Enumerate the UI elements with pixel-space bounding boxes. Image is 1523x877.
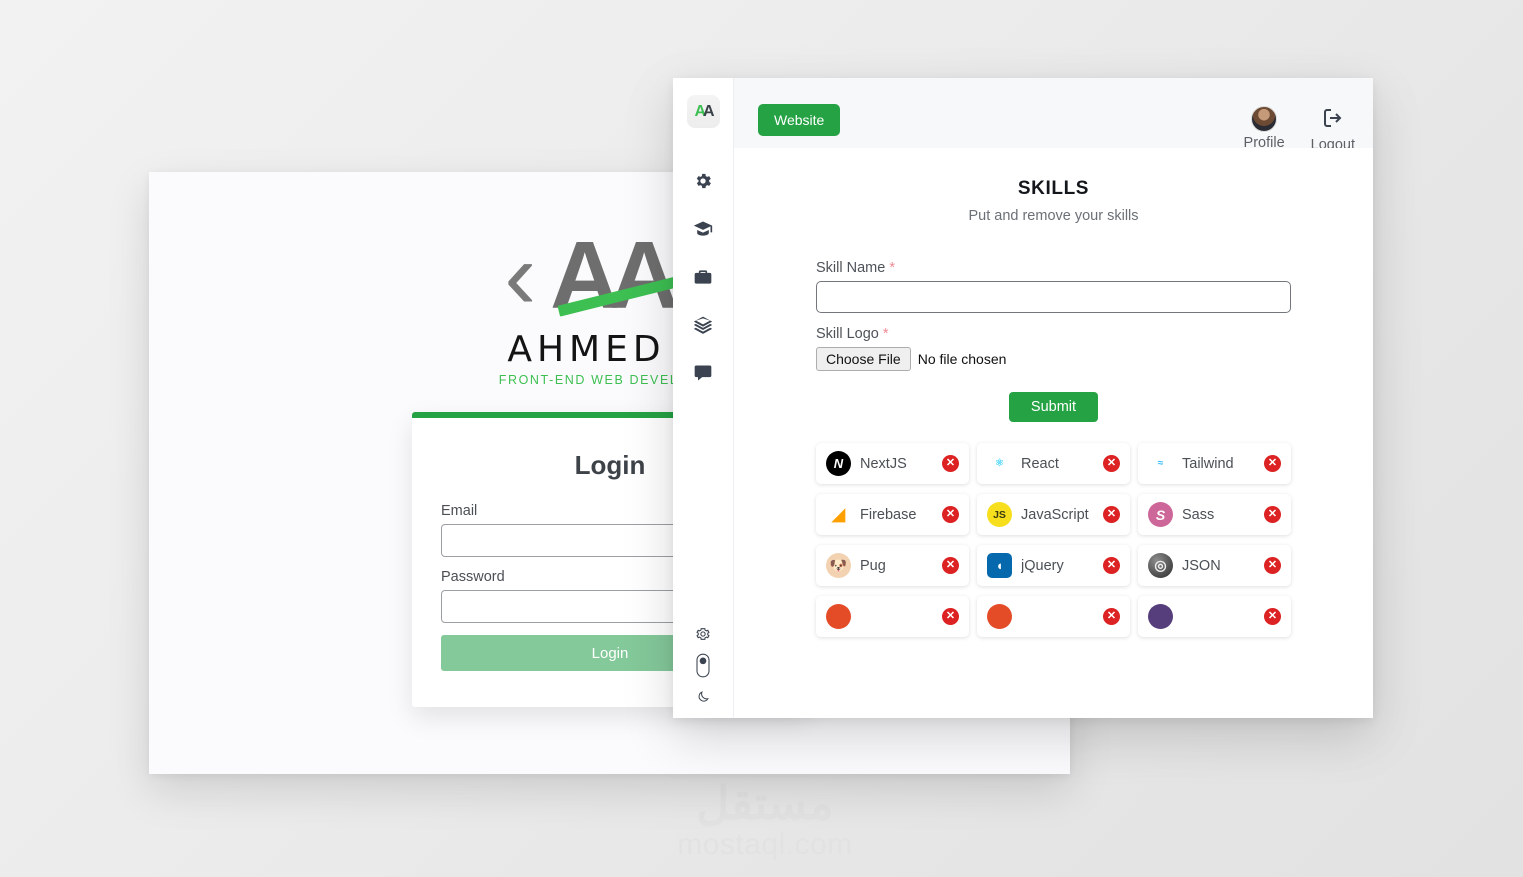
nextjs-logo: N	[826, 451, 851, 476]
logo-left-angle-icon: ‹	[504, 222, 537, 329]
remove-skill-button[interactable]: ✕	[1103, 608, 1120, 625]
file-input-row: Choose File No file chosen	[816, 347, 1291, 371]
partial-logo-2	[987, 604, 1012, 629]
skill-card: 🐶 Pug ✕	[816, 545, 969, 586]
skill-name-required-mark: *	[889, 260, 895, 276]
dashboard-sidebar: AA	[673, 78, 734, 718]
skill-name-text: JSON	[1182, 557, 1221, 574]
graduation-cap-icon	[693, 219, 713, 244]
skill-logo-label: Skill Logo *	[816, 326, 1291, 342]
avatar	[1251, 106, 1278, 132]
watermark-arabic: مستقل	[696, 776, 834, 829]
skill-name-text: Tailwind	[1182, 455, 1234, 472]
skills-panel: SKILLS Put and remove your skills Skill …	[734, 148, 1373, 718]
remove-skill-button[interactable]: ✕	[1103, 506, 1120, 523]
skill-name-text: jQuery	[1021, 557, 1064, 574]
skill-name-text: Pug	[860, 557, 886, 574]
website-button[interactable]: Website	[758, 104, 841, 136]
skill-name-text: NextJS	[860, 455, 907, 472]
partial-logo-3	[1148, 604, 1173, 629]
skill-card: ◖ jQuery ✕	[977, 545, 1130, 586]
choose-file-button[interactable]: Choose File	[816, 347, 911, 371]
remove-skill-button[interactable]: ✕	[942, 557, 959, 574]
skill-name-text: Sass	[1182, 506, 1215, 523]
firebase-logo: ◢	[826, 502, 851, 527]
logout-icon	[1321, 106, 1345, 134]
jquery-logo: ◖	[987, 553, 1012, 578]
skill-logo-label-text: Skill Logo	[816, 326, 879, 342]
tailwind-logo: ≈	[1148, 451, 1173, 476]
skill-card: ≈ Tailwind ✕	[1138, 443, 1291, 484]
dashboard-content: Website Profile Logout SKILLS Put and re…	[734, 78, 1373, 718]
skill-card: ✕	[816, 596, 969, 637]
skill-name-text: JavaScript	[1021, 506, 1089, 523]
topbar-actions: Profile Logout	[1244, 104, 1355, 153]
skill-card: S Sass ✕	[1138, 494, 1291, 535]
remove-skill-button[interactable]: ✕	[1264, 557, 1281, 574]
remove-skill-button[interactable]: ✕	[1103, 557, 1120, 574]
sidebar-item-portfolio[interactable]	[692, 268, 714, 290]
skill-name-text: Firebase	[860, 506, 917, 523]
skill-card: ✕	[977, 596, 1130, 637]
briefcase-icon	[693, 267, 713, 292]
gear-outline-icon[interactable]	[695, 626, 711, 642]
sass-logo: S	[1148, 502, 1173, 527]
profile-button[interactable]: Profile	[1244, 106, 1285, 151]
logout-button[interactable]: Logout	[1311, 106, 1355, 153]
sidebar-item-skills[interactable]	[692, 316, 714, 338]
file-status-text: No file chosen	[917, 351, 1007, 367]
brand-initial-left: A	[694, 102, 705, 120]
skill-logo-required-mark: *	[882, 326, 889, 342]
remove-skill-button[interactable]: ✕	[942, 455, 959, 472]
watermark-latin: mostaql.com	[677, 827, 853, 861]
skills-grid: N NextJS ✕ ⚛ React ✕ ≈ Tailwind ✕ ◢ Firebase ✕ JS Jav…	[816, 443, 1291, 637]
skill-name-label-text: Skill Name	[816, 260, 886, 276]
json-logo: ◎	[1148, 553, 1173, 578]
submit-button[interactable]: Submit	[1008, 392, 1099, 422]
skill-logo-group: Skill Logo * Choose File No file chosen	[816, 326, 1291, 371]
comment-icon	[693, 363, 713, 388]
gear-icon	[693, 171, 713, 196]
brand-logo-button[interactable]: AA	[686, 95, 720, 128]
remove-skill-button[interactable]: ✕	[1264, 455, 1281, 472]
sidebar-bottom-controls	[673, 626, 733, 704]
sidebar-item-messages[interactable]	[692, 364, 714, 386]
skill-card: ✕	[1138, 596, 1291, 637]
toggle-switch-icon[interactable]	[695, 652, 711, 679]
pug-logo: 🐶	[826, 553, 851, 578]
remove-skill-button[interactable]: ✕	[1103, 455, 1120, 472]
layers-icon	[693, 315, 713, 340]
remove-skill-button[interactable]: ✕	[942, 506, 959, 523]
partial-logo-1	[826, 604, 851, 629]
skill-card: ◎ JSON ✕	[1138, 545, 1291, 586]
skill-name-input[interactable]	[816, 281, 1291, 313]
mostaql-watermark: مستقل mostaql.com	[660, 775, 870, 865]
skill-card: ⚛ React ✕	[977, 443, 1130, 484]
dashboard-topbar: Website Profile Logout	[734, 78, 1373, 153]
skill-card: N NextJS ✕	[816, 443, 969, 484]
react-logo: ⚛	[987, 451, 1012, 476]
skill-name-label: Skill Name *	[816, 260, 1291, 276]
remove-skill-button[interactable]: ✕	[1264, 608, 1281, 625]
skills-subtitle: Put and remove your skills	[968, 208, 1139, 224]
skill-card: JS JavaScript ✕	[977, 494, 1130, 535]
sidebar-nav	[692, 172, 714, 386]
remove-skill-button[interactable]: ✕	[1264, 506, 1281, 523]
skills-title: SKILLS	[1017, 178, 1090, 199]
skill-name-group: Skill Name *	[816, 260, 1291, 313]
skill-name-text: React	[1021, 455, 1059, 472]
sidebar-item-education[interactable]	[692, 220, 714, 242]
skill-card: ◢ Firebase ✕	[816, 494, 969, 535]
brand-initial-right: A	[703, 102, 714, 120]
dashboard-window: AA Website Profile Logout SKILLS Put and…	[673, 78, 1373, 718]
remove-skill-button[interactable]: ✕	[942, 608, 959, 625]
sidebar-item-settings[interactable]	[692, 172, 714, 194]
skill-form: Skill Name * Skill Logo * Choose File No…	[734, 224, 1373, 422]
moon-icon[interactable]	[696, 689, 711, 704]
submit-row: Submit	[816, 392, 1291, 422]
javascript-logo: JS	[987, 502, 1012, 527]
